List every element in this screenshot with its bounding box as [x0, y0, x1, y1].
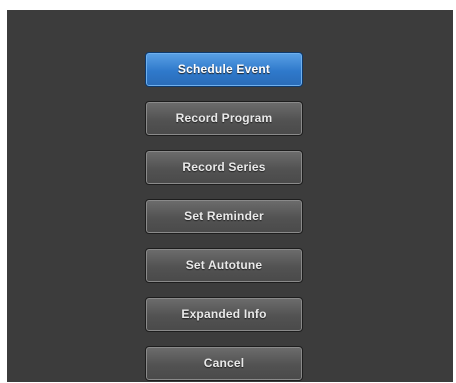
set-autotune-button[interactable]: Set Autotune — [145, 248, 303, 283]
options-screen: Schedule Event Record Program Record Ser… — [7, 10, 453, 382]
cancel-button[interactable]: Cancel — [145, 346, 303, 381]
options-menu: Schedule Event Record Program Record Ser… — [145, 52, 303, 381]
expanded-info-button[interactable]: Expanded Info — [145, 297, 303, 332]
record-series-button[interactable]: Record Series — [145, 150, 303, 185]
record-program-button[interactable]: Record Program — [145, 101, 303, 136]
schedule-event-button[interactable]: Schedule Event — [145, 52, 303, 87]
set-reminder-button[interactable]: Set Reminder — [145, 199, 303, 234]
